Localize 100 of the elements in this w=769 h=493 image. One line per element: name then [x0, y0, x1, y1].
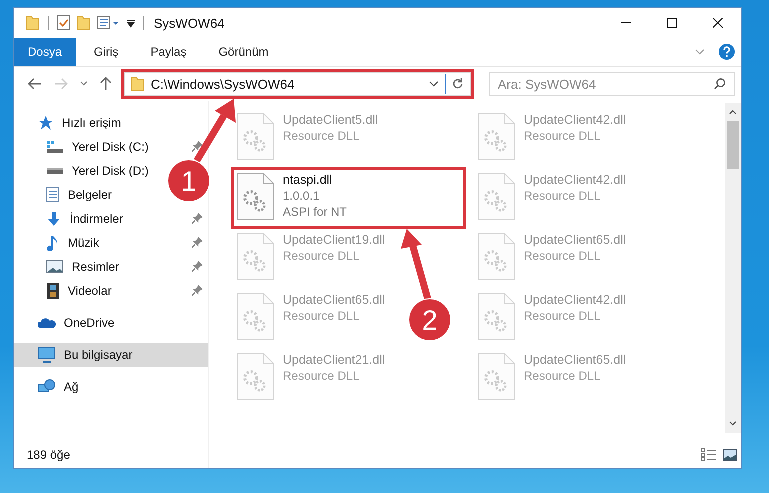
- file-detail: Resource DLL: [524, 249, 602, 263]
- pin-icon[interactable]: [192, 213, 203, 224]
- ribbon-tab[interactable]: Görünüm: [204, 38, 283, 66]
- annotation-marker: [168, 160, 210, 202]
- film-icon: [46, 282, 60, 300]
- sidebar-label: OneDrive: [64, 316, 115, 330]
- thumbnail-view-icon[interactable]: [723, 449, 737, 461]
- sidebar-item[interactable]: Videolar: [14, 279, 120, 303]
- expand-ribbon-icon[interactable]: [695, 49, 705, 55]
- file-name: UpdateClient21.dll: [283, 353, 386, 367]
- sidebar-item[interactable]: Yerel Disk (D:): [14, 159, 157, 183]
- dll-file-icon: [237, 173, 275, 221]
- sidebar-label: İndirmeler: [70, 212, 124, 226]
- properties-icon[interactable]: [97, 16, 121, 30]
- file-detail: Resource DLL: [283, 309, 361, 323]
- sidebar-item[interactable]: İndirmeler: [14, 207, 132, 231]
- search-field[interactable]: Ara: SysWOW64: [489, 72, 735, 96]
- sidebar-label: Müzik: [68, 236, 100, 250]
- step-number: 1: [181, 166, 197, 197]
- file-detail: Resource DLL: [283, 249, 361, 263]
- dll-file-icon: [237, 113, 275, 161]
- sidebar-item[interactable]: Belgeler: [14, 183, 120, 207]
- file-name: ntaspi.dll: [283, 173, 334, 187]
- scrollbar-thumb[interactable]: [727, 121, 739, 169]
- pin-icon[interactable]: [192, 141, 203, 152]
- item-count: 189 öğe: [26, 448, 72, 464]
- file-name: UpdateClient19.dll: [283, 233, 386, 247]
- sidebar-label: Ağ: [64, 380, 79, 394]
- dll-file-icon: [478, 233, 516, 281]
- maximize-icon: [667, 18, 677, 28]
- sidebar-label: Yerel Disk (C:): [72, 140, 149, 154]
- sidebar-label: Yerel Disk (D:): [72, 164, 149, 178]
- highlighted-file-item[interactable]: ntaspi.dll 1.0.0.1 ASPI for NT: [233, 169, 464, 227]
- file-name: UpdateClient42.dll: [524, 293, 626, 307]
- dll-file-icon: [237, 293, 275, 341]
- file-name: UpdateClient42.dll: [524, 173, 626, 187]
- dll-file-icon: [478, 353, 516, 401]
- sidebar-item[interactable]: Hızlı erişim: [14, 111, 130, 135]
- cloud-icon: [38, 317, 56, 329]
- sidebar-item[interactable]: Ağ: [14, 375, 87, 399]
- file-detail: Resource DLL: [524, 129, 602, 143]
- dll-file-icon: [478, 173, 516, 221]
- sidebar-label: Hızlı erişim: [62, 116, 122, 130]
- back-icon[interactable]: [28, 78, 42, 90]
- address-path: C:\Windows\SysWOW64: [151, 76, 296, 92]
- computer-icon: [38, 347, 56, 363]
- ribbon-tab[interactable]: Giriş: [80, 38, 133, 66]
- file-name: UpdateClient65.dll: [283, 293, 386, 307]
- dll-file-icon: [478, 293, 516, 341]
- star-icon: [38, 115, 54, 131]
- document-icon: [46, 187, 60, 203]
- dropdown-icon[interactable]: [127, 18, 135, 28]
- file-detail: Resource DLL: [524, 309, 602, 323]
- file-name: UpdateClient65.dll: [524, 233, 626, 247]
- window-title: SysWOW64: [154, 16, 225, 30]
- minimize-icon: [621, 22, 631, 24]
- network-icon: [38, 379, 56, 395]
- sidebar-item[interactable]: OneDrive: [14, 311, 123, 335]
- recent-locations-icon[interactable]: [80, 81, 88, 87]
- sidebar-item[interactable]: Müzik: [14, 231, 108, 255]
- file-detail: ASPI for NT: [283, 205, 348, 219]
- sidebar-item[interactable]: Bu bilgisayar: [14, 343, 208, 367]
- file-detail: Resource DLL: [283, 369, 361, 383]
- up-icon[interactable]: [100, 77, 112, 91]
- music-note-icon: [46, 235, 60, 251]
- scroll-down-icon[interactable]: [729, 421, 737, 427]
- sidebar-label: Bu bilgisayar: [64, 348, 133, 362]
- step-number: 2: [422, 305, 438, 336]
- file-name: UpdateClient65.dll: [524, 353, 626, 367]
- annotation-arrow: [194, 99, 236, 163]
- drive-icon: [46, 140, 64, 154]
- ribbon-tab[interactable]: Dosya: [14, 38, 76, 66]
- dll-file-icon: [237, 353, 275, 401]
- address-bar[interactable]: C:\Windows\SysWOW64: [124, 72, 471, 96]
- dll-file-icon: [237, 233, 275, 281]
- sidebar-label: Belgeler: [68, 188, 112, 202]
- pin-icon[interactable]: [192, 285, 203, 296]
- pin-icon[interactable]: [192, 261, 203, 272]
- dropdown-icon[interactable]: [429, 81, 439, 87]
- pin-icon[interactable]: [192, 237, 203, 248]
- file-name: UpdateClient5.dll: [283, 113, 378, 127]
- close-icon: [713, 18, 723, 28]
- file-detail: Resource DLL: [524, 369, 602, 383]
- details-view-icon[interactable]: [701, 448, 717, 462]
- ribbon-tab[interactable]: Paylaş: [136, 38, 201, 66]
- sidebar-item[interactable]: Yerel Disk (C:): [14, 135, 157, 159]
- annotation-marker: [408, 298, 452, 342]
- sidebar-label: Resimler: [72, 260, 120, 274]
- file-name: UpdateClient42.dll: [524, 113, 626, 127]
- sidebar-label: Videolar: [68, 284, 112, 298]
- help-icon[interactable]: [719, 44, 735, 60]
- file-detail: Resource DLL: [524, 189, 602, 203]
- scroll-up-icon[interactable]: [729, 109, 737, 115]
- checklist-icon[interactable]: [57, 15, 71, 31]
- drive-icon: [46, 168, 64, 174]
- refresh-icon[interactable]: [452, 78, 464, 90]
- file-detail: 1.0.0.1: [283, 189, 321, 203]
- file-detail: Resource DLL: [283, 129, 361, 143]
- folder-icon: [131, 76, 145, 92]
- sidebar-item[interactable]: Resimler: [14, 255, 128, 279]
